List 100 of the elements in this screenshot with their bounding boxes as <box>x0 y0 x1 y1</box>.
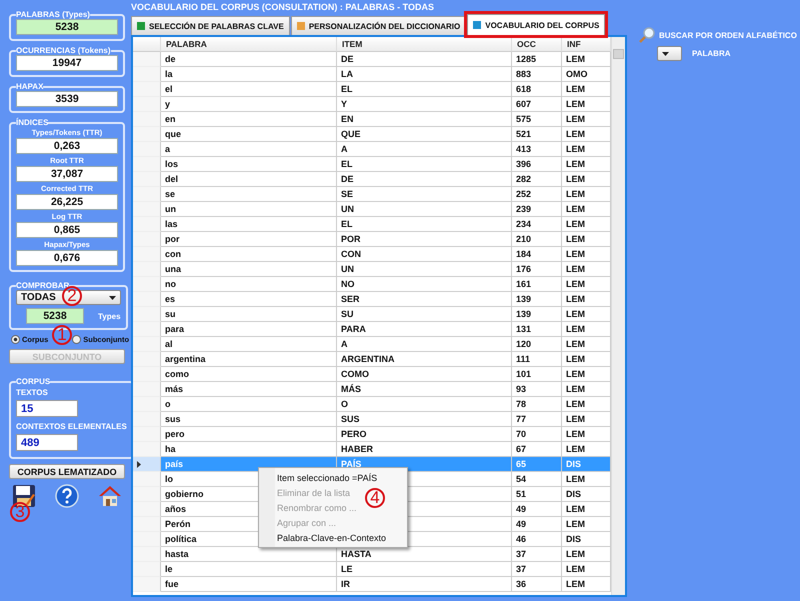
table-cell: y <box>161 97 337 112</box>
table-cell: 607 <box>512 97 562 112</box>
table-cell: DE <box>337 52 512 67</box>
table-cell: 111 <box>512 352 562 367</box>
table-cell: LE <box>337 562 512 577</box>
table-cell: su <box>161 307 337 322</box>
scrollbar[interactable] <box>611 37 625 595</box>
count-field[interactable]: 489 <box>16 434 78 451</box>
types-label: Types <box>98 312 121 320</box>
table-cell: LEM <box>562 472 611 487</box>
table-cell: de <box>161 52 337 67</box>
table-cell: LEM <box>562 172 611 187</box>
table-cell: PARA <box>337 322 512 337</box>
table-cell: no <box>161 277 337 292</box>
group-legend: ÍNDICES <box>16 118 48 127</box>
column-header[interactable]: PALABRA <box>161 37 337 52</box>
table-cell: los <box>161 157 337 172</box>
table-cell: 37 <box>512 562 562 577</box>
stat-value: 3539 <box>16 91 118 107</box>
table-cell: 883 <box>512 67 562 82</box>
house-icon[interactable] <box>98 484 122 508</box>
table-cell: 139 <box>512 307 562 322</box>
table-cell: 37 <box>512 547 562 562</box>
annotation-marker: 4 <box>365 488 385 508</box>
table-cell: SUS <box>337 412 512 427</box>
table-cell: EL <box>337 157 512 172</box>
column-header[interactable]: OCC <box>512 37 562 52</box>
table-cell: IR <box>337 577 512 592</box>
table-cell: LEM <box>562 442 611 457</box>
table-cell: 282 <box>512 172 562 187</box>
column-header[interactable]: INF <box>562 37 611 52</box>
field-label: CONTEXTOS ELEMENTALES <box>16 422 127 431</box>
table-cell: LEM <box>562 292 611 307</box>
table-cell: LEM <box>562 412 611 427</box>
table-cell: HASTA <box>337 547 512 562</box>
table-cell: 139 <box>512 292 562 307</box>
table-cell: LEM <box>562 52 611 67</box>
table-cell: DIS <box>562 457 611 472</box>
table-cell: 184 <box>512 247 562 262</box>
table-cell: 70 <box>512 427 562 442</box>
table-cell: LEM <box>562 352 611 367</box>
table-cell: en <box>161 112 337 127</box>
help-icon[interactable] <box>55 484 79 508</box>
search-icon <box>639 27 655 43</box>
table-cell: LEM <box>562 517 611 532</box>
table-cell: es <box>161 292 337 307</box>
group-legend: HAPAX <box>16 82 44 91</box>
scroll-thumb[interactable] <box>613 49 624 59</box>
table-cell: PERO <box>337 427 512 442</box>
group-legend: CORPUS <box>16 377 50 386</box>
index-value: 0,263 <box>16 138 118 154</box>
table-cell: O <box>337 397 512 412</box>
search-dropdown[interactable] <box>657 46 682 61</box>
group-legend: PALABRAS (Types) <box>16 10 90 19</box>
table-cell: al <box>161 337 337 352</box>
table-cell: argentina <box>161 352 337 367</box>
index-value: 0,865 <box>16 222 118 238</box>
stat-value: 5238 <box>16 19 118 35</box>
table-cell: LEM <box>562 277 611 292</box>
table-cell: 101 <box>512 367 562 382</box>
table-cell: 93 <box>512 382 562 397</box>
table-cell: LEM <box>562 367 611 382</box>
table-cell: POR <box>337 232 512 247</box>
grid-corner <box>133 37 161 52</box>
table-cell: 575 <box>512 112 562 127</box>
table-cell: LEM <box>562 217 611 232</box>
index-value: 37,087 <box>16 166 118 182</box>
table-cell: QUE <box>337 127 512 142</box>
row-header[interactable] <box>133 457 161 472</box>
table-cell: 49 <box>512 517 562 532</box>
table-cell: a <box>161 142 337 157</box>
lemmatized-corpus-button[interactable]: CORPUS LEMATIZADO <box>9 464 125 479</box>
table-cell: LEM <box>562 502 611 517</box>
table-cell: le <box>161 562 337 577</box>
tab[interactable]: SELECCIÓN DE PALABRAS CLAVE <box>131 16 290 35</box>
table-cell: SU <box>337 307 512 322</box>
table-cell: pero <box>161 427 337 442</box>
table-cell: 67 <box>512 442 562 457</box>
column-header[interactable]: ITEM <box>337 37 512 52</box>
tab[interactable]: VOCABULARIO DEL CORPUS <box>467 14 606 35</box>
count-field[interactable]: 15 <box>16 400 78 417</box>
table-cell: 252 <box>512 187 562 202</box>
table-cell: LEM <box>562 397 611 412</box>
table-cell: LEM <box>562 247 611 262</box>
table-cell: 1285 <box>512 52 562 67</box>
table-cell: 239 <box>512 202 562 217</box>
table-cell: 36 <box>512 577 562 592</box>
table-cell: LEM <box>562 427 611 442</box>
search-label: BUSCAR POR ORDEN ALFABÉTICO <box>659 30 797 40</box>
table-cell: LEM <box>562 547 611 562</box>
table-cell: 49 <box>512 502 562 517</box>
table-cell: con <box>161 247 337 262</box>
table-cell: UN <box>337 202 512 217</box>
table-cell: ha <box>161 442 337 457</box>
table-cell: como <box>161 367 337 382</box>
tab[interactable]: PERSONALIZACIÓN DEL DICCIONARIO <box>290 16 466 35</box>
table-cell: la <box>161 67 337 82</box>
table-cell: A <box>337 337 512 352</box>
table-cell: DIS <box>562 487 611 502</box>
table-cell: por <box>161 232 337 247</box>
